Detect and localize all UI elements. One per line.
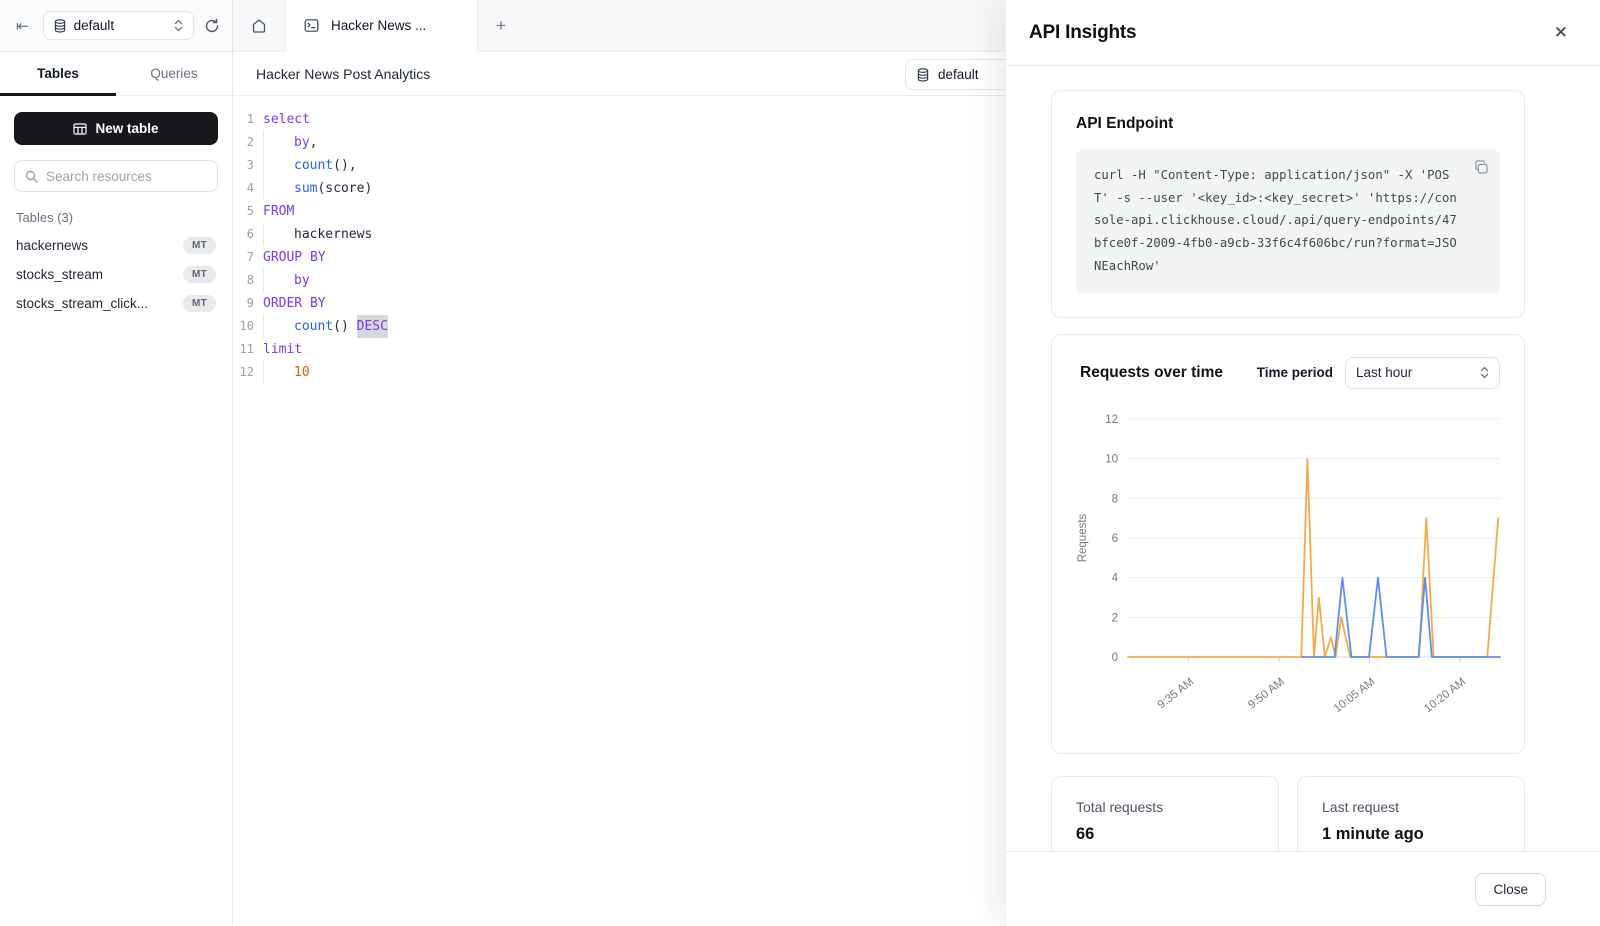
- sidebar-body: New table Tables (3) hackernewsMTstocks_…: [0, 96, 232, 334]
- total-requests-value: 66: [1076, 825, 1254, 844]
- requests-chart-card: Requests over time Time period Last hour: [1051, 334, 1525, 754]
- close-button[interactable]: Close: [1475, 873, 1546, 906]
- line-number: 3: [233, 154, 263, 177]
- new-tab-button[interactable]: +: [478, 0, 524, 51]
- table-engine-badge: MT: [183, 237, 216, 254]
- table-name: hackernews: [16, 238, 88, 253]
- line-number: 2: [233, 131, 263, 154]
- total-requests-label: Total requests: [1076, 799, 1254, 815]
- curl-code-block: curl -H "Content-Type: application/json"…: [1076, 149, 1500, 293]
- table-row[interactable]: hackernews MT: [14, 231, 218, 260]
- svg-text:9:50 AM: 9:50 AM: [1246, 676, 1287, 711]
- panel-content: API Endpoint curl -H "Content-Type: appl…: [1006, 66, 1600, 851]
- time-period-group: Time period Last hour: [1257, 357, 1500, 389]
- query-title: Hacker News Post Analytics: [256, 66, 430, 82]
- svg-text:10:05 AM: 10:05 AM: [1332, 676, 1378, 715]
- refresh-icon[interactable]: [204, 18, 220, 34]
- search-input[interactable]: [46, 169, 207, 184]
- editor-database-value: default: [938, 67, 979, 82]
- sidebar-toolbar: ⇤ default: [0, 0, 232, 52]
- panel-header: API Insights ✕: [1006, 0, 1600, 66]
- line-number: 4: [233, 177, 263, 200]
- tab-label: Hacker News ...: [331, 18, 426, 33]
- tables-list: hackernewsMTstocks_streamMTstocks_stream…: [14, 231, 218, 318]
- terminal-icon: [304, 18, 319, 33]
- tab-tables[interactable]: Tables: [0, 52, 116, 95]
- table-name: stocks_stream: [16, 267, 103, 282]
- requests-over-time-chart: 0 2 4 6 8 10 12 9:35 AM 9:50 AM 10:05 AM 10:20 AM R…: [1072, 397, 1512, 737]
- time-period-value: Last hour: [1356, 365, 1412, 380]
- svg-text:10: 10: [1105, 453, 1118, 465]
- table-row[interactable]: stocks_stream_click... MT: [14, 289, 218, 318]
- database-selector-value: default: [74, 18, 166, 33]
- collapse-sidebar-icon[interactable]: ⇤: [12, 15, 33, 37]
- svg-text:2: 2: [1112, 612, 1118, 624]
- svg-text:Requests: Requests: [1077, 513, 1089, 562]
- svg-text:0: 0: [1112, 652, 1118, 664]
- svg-text:4: 4: [1112, 572, 1119, 584]
- close-icon[interactable]: ✕: [1550, 20, 1572, 45]
- home-icon: [251, 18, 267, 34]
- database-selector[interactable]: default: [43, 11, 194, 40]
- tables-section-label: Tables (3): [16, 210, 216, 225]
- line-number: 6: [233, 223, 263, 246]
- last-request-card: Last request 1 minute ago: [1297, 776, 1525, 851]
- database-icon: [54, 19, 66, 33]
- home-tab-button[interactable]: [233, 0, 286, 51]
- chart-title: Requests over time: [1080, 364, 1223, 382]
- tab-hacker-news[interactable]: Hacker News ...: [286, 0, 478, 52]
- time-period-label: Time period: [1257, 365, 1333, 380]
- line-number: 7: [233, 246, 263, 269]
- panel-footer: Close: [1006, 851, 1600, 926]
- chevron-updown-icon: [174, 19, 183, 32]
- svg-text:9:35 AM: 9:35 AM: [1156, 676, 1197, 711]
- panel-title: API Insights: [1029, 22, 1136, 44]
- table-engine-badge: MT: [183, 295, 216, 312]
- api-insights-panel: API Insights ✕ API Endpoint curl -H "Con…: [1005, 0, 1600, 926]
- last-request-label: Last request: [1322, 799, 1500, 815]
- api-endpoint-title: API Endpoint: [1076, 115, 1500, 133]
- sidebar: ⇤ default: [0, 0, 233, 926]
- total-requests-card: Total requests 66: [1051, 776, 1279, 851]
- table-row[interactable]: stocks_stream MT: [14, 260, 218, 289]
- line-number: 9: [233, 292, 263, 315]
- last-request-value: 1 minute ago: [1322, 825, 1500, 844]
- line-number: 12: [233, 361, 263, 384]
- database-icon: [917, 68, 929, 82]
- line-number: 11: [233, 338, 263, 361]
- new-table-label: New table: [95, 121, 158, 136]
- table-name: stocks_stream_click...: [16, 296, 148, 311]
- tab-queries[interactable]: Queries: [116, 52, 232, 95]
- svg-text:12: 12: [1105, 414, 1118, 426]
- line-number: 8: [233, 269, 263, 292]
- chevron-updown-icon: [1480, 366, 1489, 379]
- stats-row: Total requests 66 Last request 1 minute …: [1051, 776, 1525, 851]
- new-table-button[interactable]: New table: [14, 112, 218, 145]
- table-grid-icon: [73, 123, 87, 135]
- line-number: 10: [233, 315, 263, 338]
- chart-header: Requests over time Time period Last hour: [1072, 357, 1510, 389]
- line-number: 5: [233, 200, 263, 223]
- svg-text:6: 6: [1112, 533, 1118, 545]
- svg-text:8: 8: [1112, 493, 1118, 505]
- api-endpoint-card: API Endpoint curl -H "Content-Type: appl…: [1051, 90, 1525, 318]
- search-icon: [25, 170, 38, 183]
- table-engine-badge: MT: [183, 266, 216, 283]
- line-number: 1: [233, 108, 263, 131]
- clickhouse-console: ⇤ default: [0, 0, 1600, 926]
- copy-icon[interactable]: [1474, 160, 1489, 180]
- sidebar-tabs: Tables Queries: [0, 52, 232, 96]
- time-period-select[interactable]: Last hour: [1345, 357, 1500, 389]
- svg-text:10:20 AM: 10:20 AM: [1422, 676, 1468, 715]
- curl-command: curl -H "Content-Type: application/json"…: [1094, 164, 1464, 278]
- search-box: [14, 160, 218, 192]
